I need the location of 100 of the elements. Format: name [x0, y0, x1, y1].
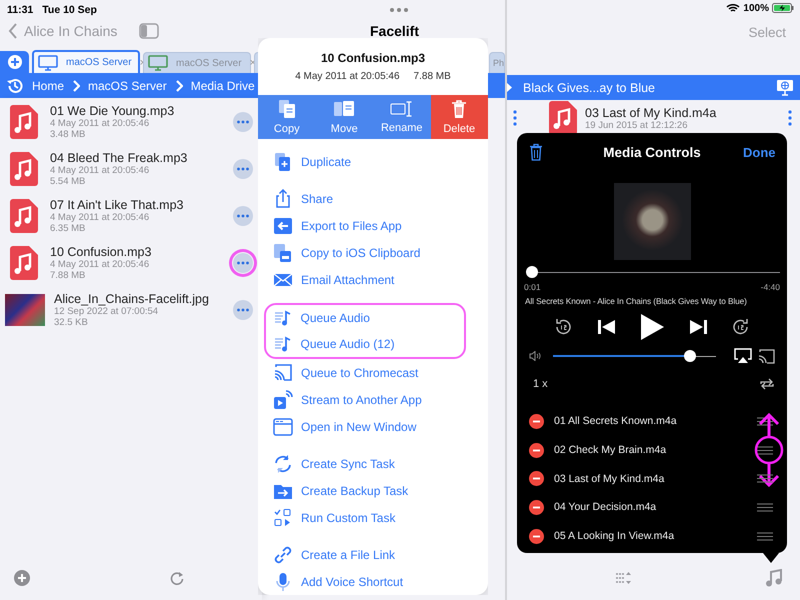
select-button[interactable]: Select [748, 24, 786, 40]
done-button[interactable]: Done [743, 144, 775, 160]
remaining-time: -4:40 [760, 282, 780, 292]
reorder-handle-icon[interactable] [757, 532, 773, 541]
status-date: Tue 10 Sep [42, 4, 97, 16]
reorder-handle-icon[interactable] [757, 416, 773, 426]
remove-icon[interactable] [529, 528, 544, 544]
menu-item[interactable]: Add Voice Shortcut [258, 568, 488, 595]
play-button[interactable] [640, 314, 664, 340]
file-size: 32.5 KB [54, 316, 89, 328]
action-button[interactable]: Rename [373, 95, 430, 139]
battery-charging-icon [772, 3, 794, 13]
menu-item[interactable]: Create Sync Task [258, 450, 488, 477]
delete-button[interactable]: Delete [430, 95, 488, 139]
popover-title: 10 Confusion.mp3 [320, 51, 425, 66]
music-file-icon [10, 104, 38, 138]
airplay-icon[interactable] [734, 348, 752, 364]
add-tab-button[interactable] [0, 51, 29, 73]
queue-track-name: 02 Check My Brain.m4a [554, 444, 666, 456]
reorder-handle-icon[interactable] [757, 474, 773, 484]
file-size: 7.88 MB [414, 71, 451, 82]
copy-icon [276, 99, 297, 120]
multitask-dots-icon[interactable] [388, 7, 409, 13]
more-button[interactable] [232, 298, 254, 320]
file-name[interactable]: 01 We Die Young.mp3 [50, 104, 220, 118]
music-file-icon [549, 101, 577, 135]
more-button[interactable] [232, 204, 254, 226]
task-grid-icon [273, 508, 293, 528]
link-icon [273, 544, 293, 564]
elapsed-time: 0:01 [524, 282, 541, 292]
menu-item[interactable]: Share [258, 185, 488, 212]
file-name[interactable]: 03 Last of My Kind.m4a [585, 106, 780, 120]
server-tab[interactable]: Ph [489, 52, 505, 73]
previous-button[interactable] [598, 320, 616, 334]
drag-handle-icon[interactable] [788, 110, 792, 126]
menu-item[interactable]: Open in New Window [258, 413, 488, 440]
chevron-icon [174, 80, 183, 92]
network-monitor-icon[interactable] [776, 79, 794, 96]
folder-title: Facelift [370, 23, 419, 39]
menu-item[interactable]: Run Custom Task [258, 504, 488, 531]
breadcrumb-link[interactable]: Media Drive [190, 78, 255, 92]
history-icon[interactable] [6, 76, 24, 94]
window-icon [273, 416, 293, 436]
drag-handle-icon[interactable] [513, 110, 517, 126]
sidebar-toggle-icon[interactable] [139, 23, 160, 39]
menu-item[interactable]: Create a File Link [258, 541, 488, 568]
file-date: 12 Sep 2022 at 07:00:54 [54, 306, 158, 316]
action-button[interactable]: Move [316, 95, 373, 139]
menu-item[interactable]: Duplicate [258, 148, 488, 175]
queue-track-name: 03 Last of My Kind.m4a [554, 472, 664, 485]
status-time: 11:31 [7, 4, 34, 16]
repeat-icon[interactable] [759, 378, 775, 390]
plus-icon [8, 55, 22, 69]
menu-item[interactable]: Stream to Another App [258, 386, 488, 413]
refresh-icon[interactable] [170, 570, 184, 586]
breadcrumb-link[interactable]: macOS Server [88, 78, 167, 92]
duplicate-icon [273, 152, 293, 172]
file-name[interactable]: 07 It Ain't Like That.mp3 [50, 198, 220, 212]
menu-item[interactable]: Copy to iOS Clipboard [258, 239, 488, 266]
reorder-handle-icon[interactable] [757, 446, 773, 455]
more-button[interactable] [232, 110, 254, 132]
file-name[interactable]: Alice_In_Chains-Facelift.jpg [54, 292, 220, 306]
menu-item[interactable]: Export to Files App [258, 212, 488, 239]
photo-thumbnail [5, 294, 45, 326]
file-name[interactable]: 04 Bleed The Freak.mp3 [50, 150, 220, 164]
cast-icon [273, 362, 293, 382]
slider-thumb[interactable] [684, 350, 696, 362]
stream-icon [273, 390, 293, 410]
cast-icon[interactable] [758, 348, 775, 364]
next-button[interactable] [688, 320, 706, 334]
remove-icon[interactable] [529, 442, 544, 458]
queue-track-name: 01 All Secrets Known.m4a [554, 415, 677, 428]
menu-item[interactable]: Queue to Chromecast [258, 359, 488, 386]
monitor-icon [148, 55, 168, 71]
reorder-handle-icon[interactable] [757, 502, 773, 512]
panel-title: Media Controls [602, 144, 702, 160]
breadcrumb-link[interactable]: Home [32, 78, 64, 92]
menu-item[interactable]: Create Backup Task [258, 477, 488, 504]
back-link[interactable]: Alice In Chains [24, 23, 118, 39]
wifi-icon [726, 3, 740, 13]
file-date: 4 May 2011 at 20:05:46 [50, 164, 150, 176]
remove-icon[interactable] [529, 500, 544, 515]
remove-icon[interactable] [529, 414, 544, 429]
file-name[interactable]: 10 Confusion.mp3 [50, 244, 220, 258]
now-playing-title: All Secrets Known - Alice In Chains (Black Gives Way to Blue) [524, 295, 748, 306]
remove-icon[interactable] [529, 471, 544, 486]
music-file-icon [10, 198, 38, 232]
file-date: 4 May 2011 at 20:05:46 [50, 258, 150, 270]
queue-track-name: 04 Your Decision.m4a [554, 501, 656, 514]
menu-item[interactable]: Email Attachment [258, 266, 488, 293]
menu-item[interactable]: Queue Audio [266, 305, 376, 331]
more-button[interactable] [232, 158, 254, 180]
action-button[interactable]: Copy [258, 95, 316, 139]
sync-icon [273, 454, 293, 474]
menu-item[interactable]: Queue Audio (12) [266, 331, 401, 357]
music-file-icon [10, 246, 38, 280]
file-size: 3.48 MB [50, 128, 86, 140]
add-icon[interactable] [14, 570, 30, 586]
slider-thumb[interactable] [526, 266, 538, 278]
playback-speed[interactable]: 1 x [533, 378, 548, 390]
